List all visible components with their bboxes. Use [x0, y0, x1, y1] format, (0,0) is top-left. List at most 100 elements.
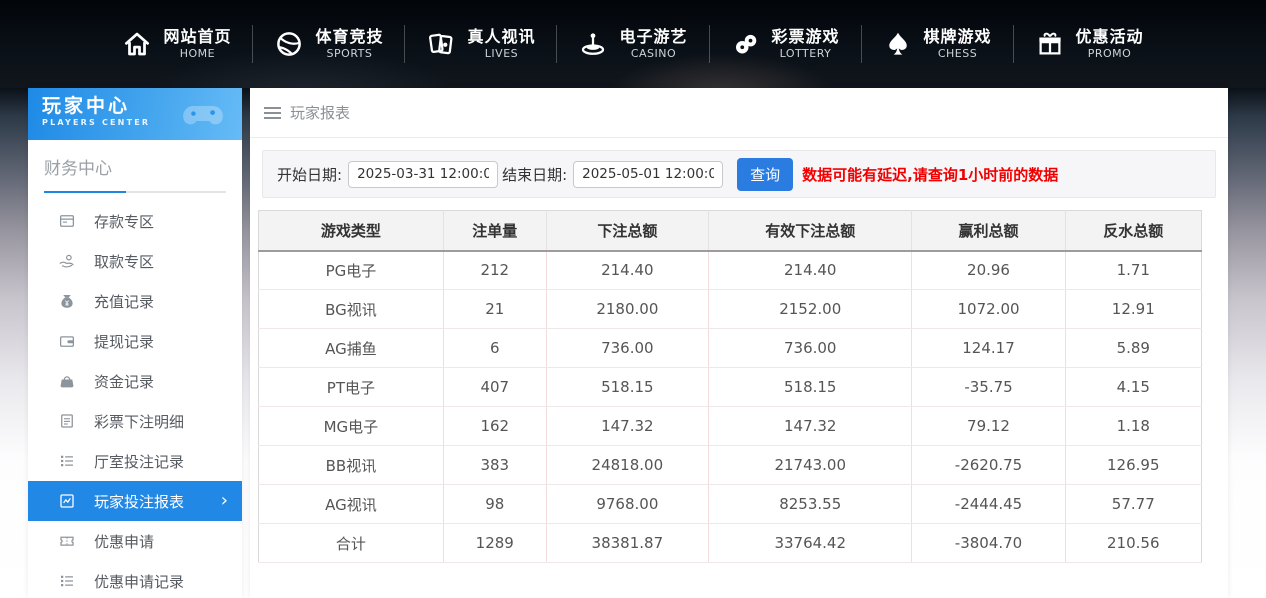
- table-cell: 518.15: [708, 368, 912, 407]
- funds-icon: [58, 372, 76, 390]
- table-row: MG电子162147.32147.3279.121.18: [259, 407, 1202, 446]
- table-cell: 38381.87: [546, 524, 708, 563]
- start-date-input[interactable]: [348, 161, 498, 188]
- nav-item-promo[interactable]: 优惠活动PROMO: [1035, 27, 1144, 61]
- nav-item-title: 体育竞技: [315, 27, 383, 47]
- table-header-cell: 有效下注总额: [708, 211, 912, 251]
- nav-separator: [861, 25, 862, 63]
- end-date-label: 结束日期:: [502, 164, 567, 185]
- sidebar-item-label: 优惠申请记录: [94, 571, 184, 592]
- nav-item-subtitle: CASINO: [631, 47, 676, 61]
- sidebar-section: 财务中心: [28, 140, 242, 193]
- table-cell: 21743.00: [708, 446, 912, 485]
- nav-item-subtitle: CHESS: [938, 47, 977, 61]
- table-row: AG视讯989768.008253.55-2444.4557.77: [259, 485, 1202, 524]
- table-row: PT电子407518.15518.15-35.754.15: [259, 368, 1202, 407]
- table-header-cell: 注单量: [443, 211, 546, 251]
- sidebar-item-label: 资金记录: [94, 371, 154, 392]
- menu-icon[interactable]: [264, 107, 281, 119]
- chess-icon: [883, 29, 913, 59]
- sidebar-item-label: 厅室投注记录: [94, 451, 184, 472]
- nav-separator: [709, 25, 710, 63]
- table-cell: 1072.00: [912, 290, 1065, 329]
- nav-separator: [556, 25, 557, 63]
- sidebar-item-label: 彩票下注明细: [94, 411, 184, 432]
- table-cell: 210.56: [1065, 524, 1201, 563]
- filter-bar: 开始日期: 结束日期: 查询 数据可能有延迟,请查询1小时前的数据: [262, 150, 1216, 198]
- breadcrumb-label: 玩家报表: [290, 102, 350, 123]
- promo-record-icon: [58, 572, 76, 590]
- nav-item-home[interactable]: 网站首页HOME: [122, 27, 231, 61]
- sidebar-section-label: 财务中心: [44, 154, 226, 179]
- nav-item-lives[interactable]: 真人视讯LIVES: [426, 27, 535, 61]
- table-cell: 126.95: [1065, 446, 1201, 485]
- table-cell: 736.00: [708, 329, 912, 368]
- withdraw-icon: [58, 252, 76, 270]
- sidebar-item-label: 取款专区: [94, 251, 154, 272]
- table-cell: 6: [443, 329, 546, 368]
- table-cell: 162: [443, 407, 546, 446]
- table-cell: PG电子: [259, 251, 444, 290]
- hall-record-icon: [58, 452, 76, 470]
- sidebar-item-lottery-bet-details[interactable]: 彩票下注明细: [28, 401, 242, 441]
- lives-icon: [426, 29, 456, 59]
- sidebar-item-promo-application-records[interactable]: 优惠申请记录: [28, 561, 242, 598]
- table-row: BB视讯38324818.0021743.00-2620.75126.95: [259, 446, 1202, 485]
- nav-item-subtitle: HOME: [180, 47, 215, 61]
- sidebar-item-withdraw-zone[interactable]: 取款专区: [28, 241, 242, 281]
- end-date-input[interactable]: [573, 161, 723, 188]
- table-cell: 407: [443, 368, 546, 407]
- table-header-row: 游戏类型注单量下注总额有效下注总额赢利总额反水总额: [259, 211, 1202, 251]
- table-cell: 21: [443, 290, 546, 329]
- table-cell: -3804.70: [912, 524, 1065, 563]
- nav-item-title: 网站首页: [163, 27, 231, 47]
- withdrawal-record-icon: [58, 332, 76, 350]
- deposit-icon: [58, 212, 76, 230]
- table-cell: 4.15: [1065, 368, 1201, 407]
- table-row: 合计128938381.8733764.42-3804.70210.56: [259, 524, 1202, 563]
- table-cell: MG电子: [259, 407, 444, 446]
- table-header-cell: 下注总额: [546, 211, 708, 251]
- nav-item-subtitle: SPORTS: [327, 47, 373, 61]
- sidebar-item-deposit-zone[interactable]: 存款专区: [28, 201, 242, 241]
- table-cell: 214.40: [708, 251, 912, 290]
- chevron-right-icon: ›: [221, 492, 228, 510]
- table-cell: -2620.75: [912, 446, 1065, 485]
- sidebar-item-promo-application[interactable]: 优惠申请: [28, 521, 242, 561]
- nav-item-subtitle: LIVES: [485, 47, 518, 61]
- table-cell: 1.18: [1065, 407, 1201, 446]
- breadcrumb: 玩家报表: [250, 88, 1228, 138]
- nav-items-container: 网站首页HOME 体育竞技SPORTS 真人视讯LIVES 电子游艺CASINO 彩票游…: [122, 25, 1143, 63]
- delay-notice: 数据可能有延迟,请查询1小时前的数据: [802, 164, 1058, 185]
- sidebar-item-label: 提现记录: [94, 331, 154, 352]
- nav-item-sports[interactable]: 体育竞技SPORTS: [274, 27, 383, 61]
- search-button[interactable]: 查询: [737, 158, 793, 191]
- report-icon: [58, 492, 76, 510]
- sidebar: 玩家中心 PLAYERS CENTER 财务中心 存款专区取款专区充值记录提现记…: [28, 88, 242, 598]
- promo-apply-icon: [58, 532, 76, 550]
- table-cell: 124.17: [912, 329, 1065, 368]
- table-cell: 合计: [259, 524, 444, 563]
- nav-item-lottery[interactable]: 彩票游戏LOTTERY: [731, 27, 840, 61]
- nav-separator: [1013, 25, 1014, 63]
- sidebar-item-player-bet-report[interactable]: 玩家投注报表›: [28, 481, 242, 521]
- lottery-detail-icon: [58, 412, 76, 430]
- nav-item-chess[interactable]: 棋牌游戏CHESS: [883, 27, 992, 61]
- table-cell: 147.32: [708, 407, 912, 446]
- nav-item-subtitle: PROMO: [1088, 47, 1132, 61]
- sidebar-item-withdrawal-records[interactable]: 提现记录: [28, 321, 242, 361]
- table-cell: 1289: [443, 524, 546, 563]
- sidebar-item-label: 优惠申请: [94, 531, 154, 552]
- nav-separator: [404, 25, 405, 63]
- table-cell: 2180.00: [546, 290, 708, 329]
- table-cell: 24818.00: [546, 446, 708, 485]
- sidebar-item-label: 充值记录: [94, 291, 154, 312]
- nav-item-title: 彩票游戏: [772, 27, 840, 47]
- sidebar-menu: 存款专区取款专区充值记录提现记录资金记录彩票下注明细厅室投注记录玩家投注报表› 优…: [28, 201, 242, 598]
- sidebar-item-hall-bet-records[interactable]: 厅室投注记录: [28, 441, 242, 481]
- start-date-label: 开始日期:: [277, 164, 342, 185]
- sidebar-item-recharge-records[interactable]: 充值记录: [28, 281, 242, 321]
- nav-item-casino[interactable]: 电子游艺CASINO: [578, 27, 687, 61]
- sidebar-item-funds-records[interactable]: 资金记录: [28, 361, 242, 401]
- table-cell: 2152.00: [708, 290, 912, 329]
